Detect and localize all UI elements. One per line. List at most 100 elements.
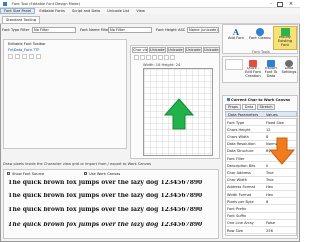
header-parameters: Data Parameters bbox=[228, 112, 259, 117]
char-editor-panel: Char view Unicode info Unicode info Unic… bbox=[130, 45, 220, 159]
tab-unicode-info-3[interactable]: Unicode info bbox=[185, 47, 202, 53]
canvas-icon bbox=[227, 98, 230, 101]
props-row[interactable]: Font Prefix bbox=[226, 205, 296, 213]
props-value[interactable]: Hex bbox=[266, 193, 295, 197]
props-value[interactable]: True bbox=[266, 178, 295, 182]
use-work-canvas-label: Use Work Canvas bbox=[89, 172, 121, 176]
checkbox-icon bbox=[7, 172, 10, 175]
props-param: Row Size bbox=[227, 228, 243, 233]
export-icon bbox=[267, 60, 275, 67]
props-row[interactable]: Width Format Hex bbox=[226, 191, 296, 199]
tab-standard-tooling[interactable]: Standard Tooling bbox=[2, 16, 41, 24]
props-row[interactable]: One Line Array False bbox=[226, 220, 296, 227]
props-row[interactable]: Char Width True bbox=[226, 177, 296, 184]
pencil-icon[interactable] bbox=[134, 55, 139, 60]
font-name-filter-select[interactable]: No Filter bbox=[108, 27, 152, 33]
character-pixel-grid[interactable] bbox=[143, 68, 213, 156]
props-row[interactable]: Pixels per Byte 8 bbox=[226, 198, 296, 206]
font-cleanup-button[interactable]: Font Cleanup bbox=[249, 27, 271, 49]
props-param: Font Filler bbox=[227, 156, 245, 161]
props-value[interactable]: 256 bbox=[266, 229, 295, 233]
sort-select[interactable]: Name (unicode) bbox=[187, 27, 219, 33]
paste-char-icon[interactable] bbox=[36, 54, 41, 59]
green-arrow-up-icon bbox=[163, 98, 195, 130]
gear-icon bbox=[285, 60, 293, 67]
status-message: Draw pixels inside the Character view gr… bbox=[3, 162, 152, 166]
preview-line-4: The quick brown fox jumps over the lazy … bbox=[8, 222, 203, 228]
props-param: Pixels per Byte bbox=[227, 199, 254, 204]
font-name-filter-value: No Filter bbox=[110, 28, 125, 32]
sort-label: Font Height ASC bbox=[156, 28, 186, 32]
font-file-name: FntData_Font.TTF bbox=[8, 48, 40, 52]
header-values: Values bbox=[266, 112, 278, 117]
tab-unicode-info-2[interactable]: Unicode info bbox=[167, 47, 184, 53]
shift-right-icon[interactable] bbox=[158, 55, 163, 60]
tab-unicode-info-1[interactable]: Unicode info bbox=[149, 47, 166, 53]
props-value[interactable]: 8 bbox=[266, 200, 295, 204]
maximize-icon[interactable] bbox=[277, 1, 283, 7]
props-param: Data Resolution bbox=[227, 142, 256, 147]
props-value[interactable]: 12 bbox=[266, 128, 295, 132]
open-font-icon[interactable] bbox=[15, 54, 20, 59]
show-font-source-checkbox[interactable]: Show Font Source bbox=[7, 172, 77, 176]
close-icon[interactable]: × bbox=[287, 1, 295, 7]
editable-font-toolbar-title: Editable Font Toolbar bbox=[8, 42, 46, 46]
save-font-icon[interactable] bbox=[22, 54, 27, 59]
new-font-icon[interactable] bbox=[8, 54, 13, 59]
tab-props[interactable]: Props bbox=[225, 104, 241, 110]
props-header: Data Parameters Values bbox=[225, 111, 297, 117]
props-param: Font Type bbox=[227, 120, 245, 125]
shift-left-icon[interactable] bbox=[152, 55, 157, 60]
minimize-icon[interactable]: – bbox=[268, 1, 274, 7]
properties-panel: Current Char to Work Canvas Props Data S… bbox=[222, 95, 298, 239]
props-param: One Line Array bbox=[227, 221, 254, 226]
quick-edit-button[interactable]: Quick - Edit Font Creation bbox=[245, 59, 261, 81]
shift-up-icon[interactable] bbox=[164, 55, 169, 60]
export-font-button[interactable]: Export Font To Data bbox=[263, 59, 279, 81]
props-value[interactable]: Fixed Size bbox=[266, 121, 295, 125]
font-tools-ribbon: A Add Font Font Cleanup Modify Existing … bbox=[222, 24, 298, 54]
props-value[interactable]: True bbox=[266, 171, 295, 175]
font-preview-panel: Show Font Source Use Work Canvas The qui… bbox=[3, 169, 219, 239]
props-value[interactable]: False bbox=[266, 221, 295, 225]
editable-font-panel: Editable Font Toolbar FntData_Font.TTF bbox=[3, 39, 127, 149]
props-row[interactable]: Address Format Hex bbox=[226, 184, 296, 191]
tool-buttons-panel: Quick - Edit Font Creation Export Font T… bbox=[222, 56, 298, 83]
tab-char-view[interactable]: Char view bbox=[132, 47, 148, 53]
font-name-filter-label: Font Name Filter bbox=[80, 28, 108, 32]
editor-tab-strip: Char view Unicode info Unicode info Unic… bbox=[132, 47, 220, 53]
app-icon bbox=[3, 1, 7, 6]
work-canvas-title[interactable]: Current Char to Work Canvas bbox=[227, 98, 297, 102]
tab-unicode-info-4[interactable]: Unicode info bbox=[203, 47, 220, 53]
props-row[interactable]: Row Size 256 bbox=[226, 227, 296, 235]
props-row[interactable]: Font Suffix bbox=[226, 213, 296, 220]
props-param: Char Width bbox=[227, 178, 248, 183]
font-tools-group-label: Font Tools bbox=[252, 50, 270, 54]
props-value[interactable]: Hex bbox=[266, 185, 295, 189]
quick-edit-label: Quick - Edit Font Creation bbox=[245, 67, 261, 78]
props-row[interactable]: Chars Height 12 bbox=[226, 126, 296, 134]
modify-existing-font-button[interactable]: Modify Existing Font bbox=[273, 26, 297, 50]
props-param: Address Format bbox=[227, 185, 256, 190]
modify-existing-font-label: Modify Existing Font bbox=[277, 36, 293, 47]
data-settings-button[interactable]: Data Settings bbox=[281, 59, 297, 81]
font-cleanup-label: Font Cleanup bbox=[249, 36, 271, 40]
eraser-icon[interactable] bbox=[140, 55, 145, 60]
fill-icon[interactable] bbox=[146, 55, 151, 60]
props-row[interactable]: Char Address True bbox=[226, 169, 296, 177]
add-font-button[interactable]: A Add Font bbox=[225, 27, 247, 49]
shift-down-icon[interactable] bbox=[170, 55, 175, 60]
props-param: Width Format bbox=[227, 192, 252, 197]
add-font-icon: A bbox=[232, 27, 240, 37]
copy-char-icon[interactable] bbox=[29, 54, 34, 59]
cleanup-icon bbox=[256, 28, 264, 36]
dot-pattern-icon bbox=[225, 59, 243, 70]
props-param: Font Prefix bbox=[227, 206, 247, 211]
tab-stretch[interactable]: Stretch bbox=[257, 104, 275, 110]
sort-value: Name (unicode) bbox=[189, 28, 218, 32]
props-param: Description Bits bbox=[227, 163, 256, 168]
tab-data[interactable]: Data bbox=[242, 104, 256, 110]
props-row[interactable]: Font Type Fixed Size bbox=[226, 119, 296, 127]
font-type-filter-select[interactable]: No Filter bbox=[32, 27, 76, 33]
use-work-canvas-checkbox[interactable]: Use Work Canvas bbox=[84, 172, 154, 176]
